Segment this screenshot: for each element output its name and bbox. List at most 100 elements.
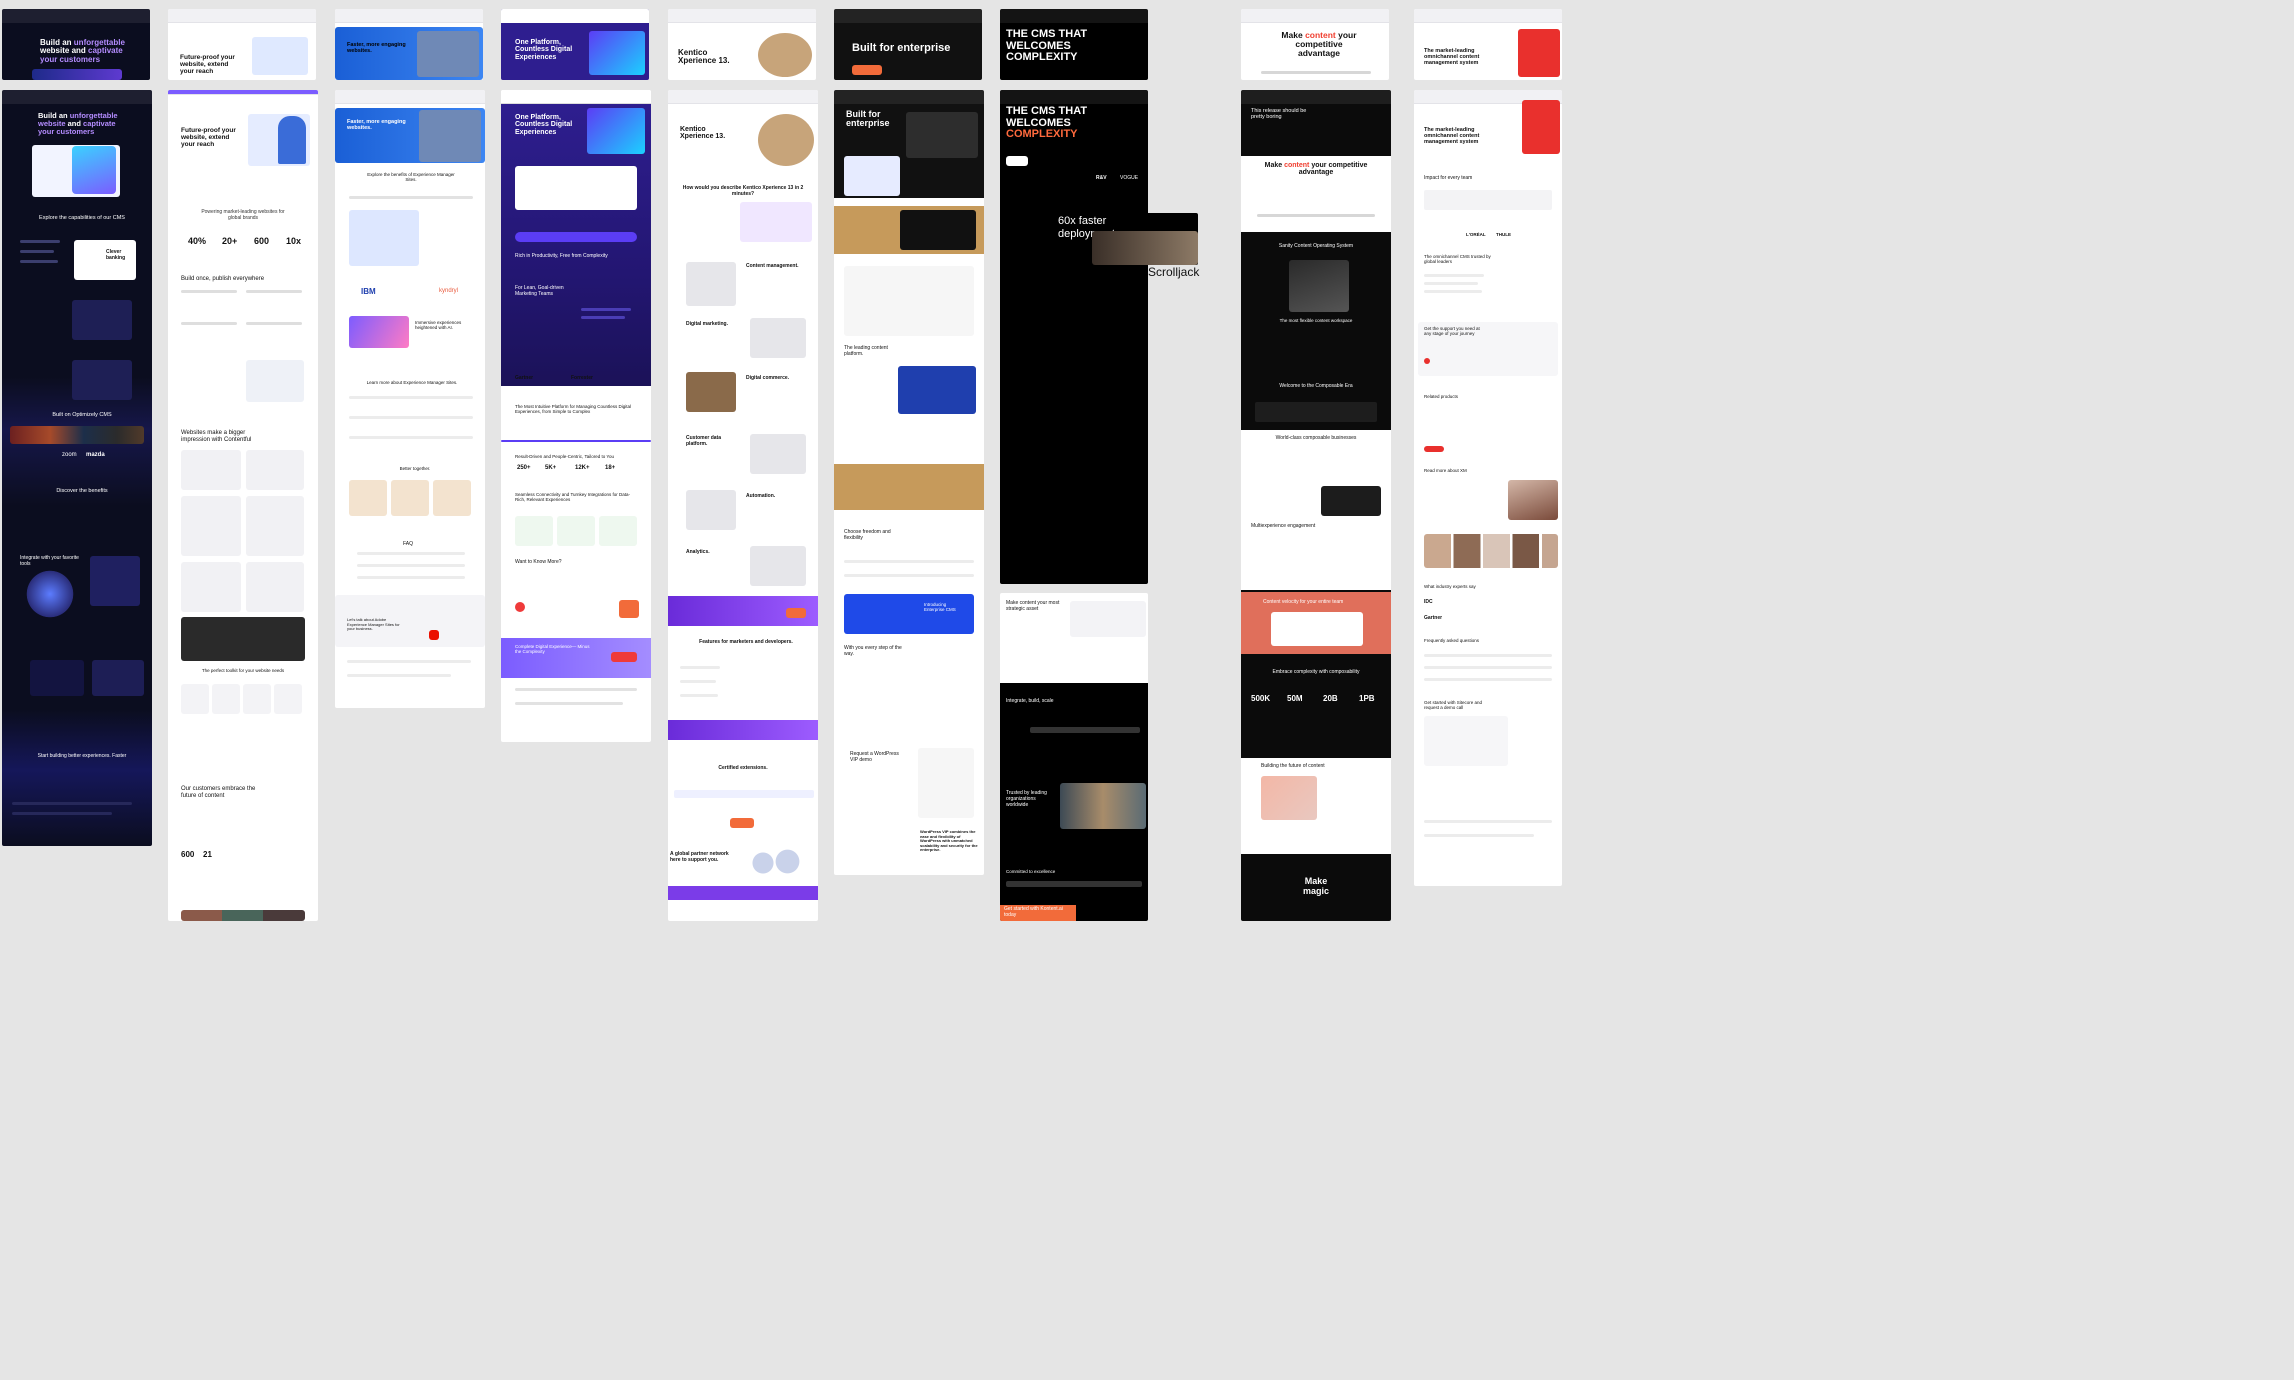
section-magic: Make magic [1302,876,1329,897]
text-block [181,290,237,293]
trusted-photos [1060,783,1146,829]
accordion[interactable] [844,574,974,577]
feature-img-6 [750,546,806,586]
section-trusted: Powering market-leading websites for glo… [201,209,285,221]
section-extensions: Certified extensions. [718,765,768,771]
page-progress[interactable]: One Platform, Countless Digital Experien… [501,90,651,742]
feature-block [844,266,974,336]
browser-bar [2,9,150,23]
section-freedom: Choose freedom and flexibility [844,529,891,541]
section-support: Get the support you need at any stage of… [1424,326,1480,337]
integration-card-3 [599,516,637,546]
testimonial-card-2 [92,660,144,696]
demo-form[interactable] [1424,716,1508,766]
cta-button[interactable] [852,65,882,75]
link-list[interactable] [349,436,473,439]
hero-graphic [587,108,645,154]
preview-optimizely-top[interactable]: Build an unforgettable website and capti… [2,9,150,80]
preview-xm-top[interactable]: The market-leading omnichannel content m… [1414,9,1562,80]
faq-item[interactable] [357,564,465,567]
page-sanity[interactable]: This release should be pretty boring Mak… [1241,90,1391,921]
feature-list [20,240,60,243]
nav-bar [668,90,818,104]
section-cta: Start building better experiences. Faste… [37,753,127,759]
faq-item[interactable] [1424,678,1552,681]
preview-sanity-top[interactable]: Make content your competitive advantage [1241,9,1389,80]
logo-kyndryl: kyndryl [439,288,459,294]
stat-1: 500K [1251,694,1271,703]
hero-xm-block [1518,29,1560,77]
stat-1: 40% [188,236,207,246]
link-list[interactable] [349,396,473,399]
tabs-row[interactable] [349,196,473,199]
banner-button[interactable] [786,608,806,618]
stat-4: 18+ [605,465,616,471]
page-wpvip[interactable]: Built for enterprise The leading content… [834,90,984,875]
hero-xm-block [1522,100,1560,154]
preview-kentico-top[interactable]: Kentico Xperience 13. [668,9,816,80]
preview-progress-top[interactable]: One Platform, Countless Digital Experien… [501,9,649,80]
faq-item[interactable] [1424,666,1552,669]
hero-graphic [589,31,645,75]
preview-kontent-top[interactable]: THE CMS THAT WELCOMES COMPLEXITY [1000,9,1148,80]
toolkit-card-2 [212,684,240,714]
cta-banner[interactable] [515,232,637,242]
nav-bar [1000,90,1148,104]
page-contentful[interactable]: Future-proof your website, extend your r… [168,90,318,921]
text-block [246,290,302,293]
headline: Future-proof your website, extend your r… [181,127,236,148]
faq-item[interactable] [1424,654,1552,657]
page-kontent-bottom[interactable]: Make content your most strategic asset I… [1000,593,1148,921]
section-excellence: Committed to excellence [1006,869,1056,874]
logo-mazda: mazda [86,452,105,458]
section-embrace: Embrace complexity with composability [1272,669,1360,675]
stat-2: 5K+ [545,465,557,471]
velocity-card [1271,612,1363,646]
page-kentico[interactable]: Kentico Xperience 13. How would you desc… [668,90,818,921]
timeline[interactable] [501,440,651,442]
logo-loreal: L'ORÉAL [1466,232,1486,237]
nav-bar [335,90,485,104]
section-benefits: Discover the benefits [56,488,108,494]
hero-photo-circle [758,33,812,77]
feature-img-3 [686,372,736,412]
section-better-together: Better together. [399,466,431,471]
demo-form[interactable] [918,748,974,818]
faq-item[interactable] [357,576,465,579]
page-optimizely[interactable]: Build an unforgettable website and capti… [2,90,152,846]
nav-bar [1241,90,1391,104]
footer-links [347,660,471,663]
checklist [581,316,625,319]
cta-button[interactable] [1006,156,1028,166]
g2-card [619,600,639,618]
accordion[interactable] [844,560,974,563]
faq-item[interactable] [357,552,465,555]
product-visual [1070,601,1146,637]
preview-wpvip-top[interactable]: Built for enterprise [834,9,982,80]
toolkit-card-3 [243,684,271,714]
preview-adobe-top[interactable]: Faster, more engaging websites. [335,9,483,80]
cta-button[interactable] [611,652,637,662]
headline: Built for enterprise [846,109,890,129]
together-card-2 [391,480,429,516]
section-velocity: Content velocity for your entire team [1263,599,1344,605]
cta-text: Get started with Kontent.ai today [1004,906,1063,918]
page-xm[interactable]: The market-leading omnichannel content m… [1414,90,1562,886]
leading-visual [898,366,976,414]
page-adobe[interactable]: Faster, more engaging websites. Explore … [335,90,485,708]
related-button[interactable] [1424,446,1444,452]
feature-content: Content management. [746,263,799,269]
extensions-button[interactable] [730,818,754,828]
headline: The market-leading omnichannel content m… [1424,48,1480,66]
headline: One Platform, Countless Digital Experien… [515,114,573,136]
headline: Faster, more engaging websites. [347,119,406,131]
section-read-more: Read more about XM [1424,468,1467,473]
page-kontent-top[interactable]: THE CMS THAT WELCOMES COMPLEXITY R&V VOG… [1000,90,1148,584]
gold-banner [834,464,984,510]
section-integrate: Integrate, build, scale [1006,698,1054,704]
text-block [246,322,302,325]
footer-links [12,802,132,805]
badge-gartner: Gartner [1424,615,1443,621]
preview-contentful-top[interactable]: Future-proof your website, extend your r… [168,9,316,80]
link-list[interactable] [349,416,473,419]
